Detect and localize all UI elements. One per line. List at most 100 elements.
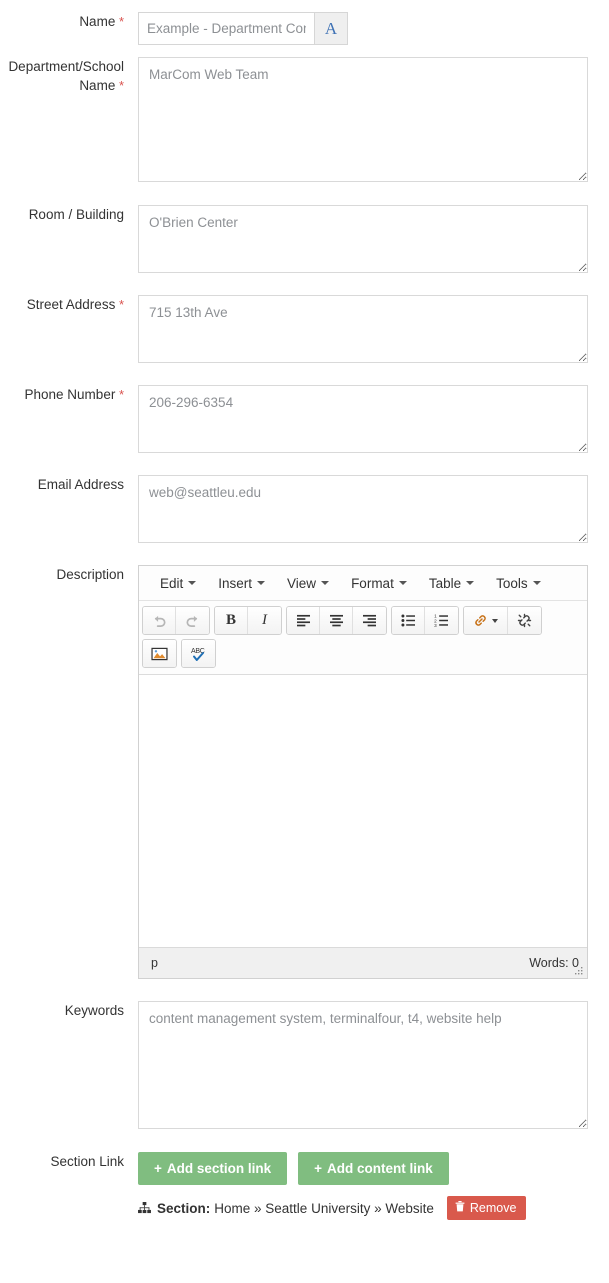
field-email (138, 475, 609, 543)
label-keywords-text: Keywords (64, 1003, 124, 1018)
rich-text-editor: Edit Insert View Format Table Tools B I … (138, 565, 588, 979)
toolbar-row-2: ABC (142, 637, 585, 670)
unlink-icon[interactable] (508, 607, 541, 634)
form-row-street: Street Address * (0, 295, 609, 363)
menu-tools-label: Tools (496, 575, 528, 591)
required-asterisk-name: * (115, 14, 124, 29)
label-name: Name * (0, 12, 138, 31)
toolbar-group-align (286, 606, 387, 635)
plus-icon: + (154, 1161, 162, 1176)
sitemap-icon (138, 1202, 151, 1214)
editor-element-path[interactable]: p (151, 956, 158, 970)
contact-form: Name * A Department/School Name * Room /… (0, 12, 609, 1220)
chevron-down-icon (257, 581, 266, 585)
menu-insert[interactable]: Insert (207, 573, 276, 594)
bold-glyph: B (225, 612, 236, 628)
menu-view-label: View (287, 575, 317, 591)
label-department: Department/School Name * (0, 57, 138, 95)
bold-icon[interactable]: B (215, 607, 248, 634)
form-row-room: Room / Building (0, 205, 609, 273)
remove-section-link-button[interactable]: Remove (446, 1196, 527, 1220)
bullet-list-icon[interactable] (392, 607, 425, 634)
toolbar-group-style: B I (214, 606, 282, 635)
form-row-email: Email Address (0, 475, 609, 543)
chevron-down-icon (466, 581, 475, 585)
editor-resize-handle[interactable] (573, 965, 585, 977)
label-email-text: Email Address (37, 477, 124, 492)
trash-icon (455, 1201, 465, 1215)
menu-format[interactable]: Format (340, 573, 418, 594)
section-link-buttons: + Add section link + Add content link (138, 1152, 609, 1185)
menu-view[interactable]: View (276, 573, 340, 594)
editor-word-count: Words: 0 (529, 956, 579, 970)
add-content-link-label: Add content link (327, 1161, 433, 1176)
label-section-link-text: Section Link (50, 1154, 124, 1169)
name-input[interactable] (138, 12, 314, 45)
spellcheck-icon[interactable]: ABC (182, 640, 215, 667)
toolbar-row-1: B I 1 2 3 (142, 604, 585, 637)
field-keywords (138, 1001, 609, 1129)
editor-content-area[interactable] (139, 675, 587, 948)
phone-textarea[interactable] (138, 385, 588, 453)
label-email: Email Address (0, 475, 138, 494)
chevron-down-icon (492, 618, 498, 623)
form-row-department: Department/School Name * (0, 57, 609, 182)
align-right-icon[interactable] (353, 607, 386, 634)
menu-edit[interactable]: Edit (149, 573, 207, 594)
required-asterisk-phone: * (115, 387, 124, 402)
italic-icon[interactable]: I (248, 607, 281, 634)
field-phone (138, 385, 609, 453)
align-center-icon[interactable] (320, 607, 353, 634)
chevron-down-icon (398, 581, 407, 585)
keywords-textarea[interactable] (138, 1001, 588, 1129)
toolbar-group-lists: 123 (391, 606, 459, 635)
label-description: Description (0, 565, 138, 584)
redo-icon[interactable] (176, 607, 209, 634)
label-department-line2: Name (79, 78, 116, 93)
label-phone: Phone Number * (0, 385, 138, 404)
chevron-down-icon (321, 581, 330, 585)
editor-menubar: Edit Insert View Format Table Tools (139, 566, 587, 601)
field-name: A (138, 12, 609, 45)
street-textarea[interactable] (138, 295, 588, 363)
label-phone-text: Phone Number (24, 387, 116, 402)
menu-insert-label: Insert (218, 575, 253, 591)
menu-table[interactable]: Table (418, 573, 485, 594)
remove-label: Remove (469, 1201, 517, 1215)
name-input-group: A (138, 12, 348, 45)
insert-link-icon[interactable] (464, 607, 508, 634)
chevron-down-icon (532, 581, 541, 585)
field-description: Edit Insert View Format Table Tools B I … (138, 565, 609, 979)
field-room (138, 205, 609, 273)
menu-table-label: Table (428, 575, 462, 591)
form-row-section-link: Section Link + Add section link + Add conte… (0, 1152, 609, 1220)
menu-format-label: Format (351, 575, 394, 591)
chevron-down-icon (188, 581, 197, 585)
email-textarea[interactable] (138, 475, 588, 543)
label-room-text: Room / Building (28, 207, 124, 222)
form-row-phone: Phone Number * (0, 385, 609, 453)
department-textarea[interactable] (138, 57, 588, 182)
add-content-link-button[interactable]: + Add content link (298, 1152, 449, 1185)
undo-icon[interactable] (143, 607, 176, 634)
form-row-keywords: Keywords (0, 1001, 609, 1129)
toolbar-group-link (463, 606, 542, 635)
editor-toolbar: B I 1 2 3 ABC (139, 601, 587, 675)
menu-tools[interactable]: Tools (485, 573, 552, 594)
label-description-text: Description (56, 567, 124, 582)
label-street-text: Street Address (26, 297, 116, 312)
numbered-list-icon[interactable]: 123 (425, 607, 458, 634)
label-section-link: Section Link (0, 1152, 138, 1171)
label-street: Street Address * (0, 295, 138, 314)
name-format-button[interactable]: A (314, 12, 348, 45)
form-row-name: Name * A (0, 12, 609, 45)
required-asterisk-street: * (115, 297, 124, 312)
menu-edit-label: Edit (160, 575, 184, 591)
field-section-link: + Add section link + Add content link Secti… (138, 1152, 609, 1220)
required-asterisk-department: * (115, 78, 124, 93)
italic-glyph: I (262, 612, 267, 628)
align-left-icon[interactable] (287, 607, 320, 634)
add-section-link-button[interactable]: + Add section link (138, 1152, 288, 1185)
insert-image-icon[interactable] (143, 640, 176, 667)
room-textarea[interactable] (138, 205, 588, 273)
